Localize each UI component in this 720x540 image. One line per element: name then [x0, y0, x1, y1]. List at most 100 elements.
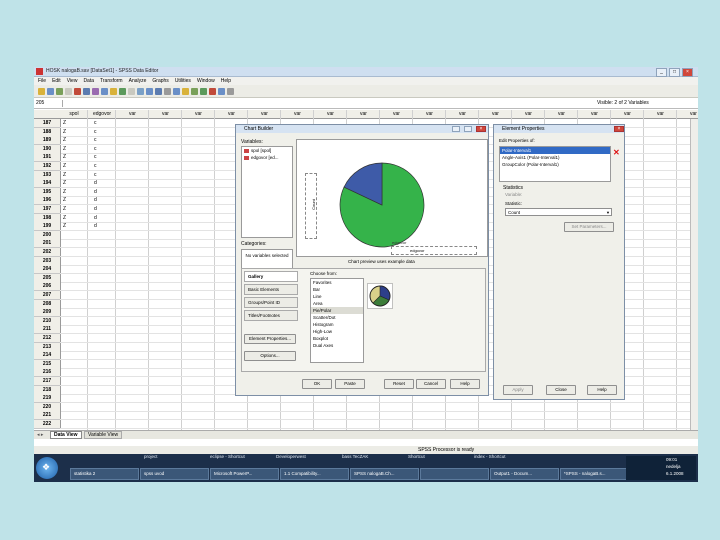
- cell-spol[interactable]: Z: [63, 171, 66, 179]
- cell-spol[interactable]: Z: [63, 188, 66, 196]
- chart-type-dual-axes[interactable]: Dual Axes: [311, 342, 363, 349]
- element-properties-button[interactable]: Element Properties...: [244, 334, 296, 344]
- taskbar-button[interactable]: spss uvod: [140, 468, 209, 480]
- chart-builder-close-button[interactable]: ×: [476, 126, 486, 132]
- statistic-select[interactable]: Count ▼: [505, 208, 612, 216]
- cell-edgovor[interactable]: c: [94, 171, 97, 179]
- cell-edgovor[interactable]: d: [94, 222, 97, 230]
- chart-type-bar[interactable]: Bar: [311, 286, 363, 293]
- column-header-var[interactable]: var: [116, 110, 150, 119]
- column-header-var[interactable]: var: [644, 110, 678, 119]
- taskbar-button[interactable]: *SPSS - nalogaB.s...: [560, 468, 629, 480]
- menu-edit[interactable]: Edit: [52, 78, 61, 84]
- paste-button[interactable]: Paste: [335, 379, 365, 389]
- column-header-spol[interactable]: spol: [60, 110, 89, 119]
- menu-graphs[interactable]: Graphs: [152, 78, 168, 84]
- chart-builder-minimize-button[interactable]: [452, 126, 460, 132]
- chart-type-line[interactable]: Line: [311, 293, 363, 300]
- column-header-var[interactable]: var: [314, 110, 348, 119]
- cell-spol[interactable]: Z: [63, 196, 66, 204]
- tab-variable-view[interactable]: Variable View: [84, 431, 123, 439]
- taskbar-button[interactable]: statistika 2: [70, 468, 139, 480]
- gallery-tab-basic-elements[interactable]: Basic Elements: [244, 284, 298, 295]
- chart-type-histogram[interactable]: Histogram: [311, 321, 363, 328]
- toolbar-tool-icon[interactable]: [128, 88, 135, 95]
- toolbar-tool-icon[interactable]: [182, 88, 189, 95]
- help-button[interactable]: Help: [450, 379, 480, 389]
- toolbar-tool-icon[interactable]: [47, 88, 54, 95]
- gallery-tab-groups-point-id[interactable]: Groups/Point ID: [244, 297, 298, 308]
- cell-edgovor[interactable]: c: [94, 128, 97, 136]
- taskbar-button[interactable]: SPSS nalogaB.Ch...: [350, 468, 419, 480]
- element-help-button[interactable]: Help: [587, 385, 617, 395]
- delete-element-icon[interactable]: ✕: [613, 148, 620, 157]
- quick-launch-item[interactable]: eclipse - Shortcut: [210, 454, 245, 459]
- menu-file[interactable]: File: [38, 78, 46, 84]
- column-header-var[interactable]: var: [281, 110, 315, 119]
- cell-edgovor[interactable]: c: [94, 136, 97, 144]
- close-dialog-button[interactable]: Close: [546, 385, 576, 395]
- toolbar-tool-icon[interactable]: [173, 88, 180, 95]
- variables-list[interactable]: spol [spol] edgovor [ed...: [241, 146, 293, 238]
- element-list[interactable]: Polar-Interval1 Angle-Axis1 (Polar-Interv…: [499, 146, 611, 182]
- taskbar-button[interactable]: [420, 468, 489, 480]
- cell-edgovor[interactable]: c: [94, 119, 97, 127]
- column-header-var[interactable]: var: [611, 110, 645, 119]
- chart-type-boxplot[interactable]: Boxplot: [311, 335, 363, 342]
- taskbar-button[interactable]: Output1 - Docum...: [490, 468, 559, 480]
- column-header-var[interactable]: var: [380, 110, 414, 119]
- column-header-var[interactable]: var: [149, 110, 183, 119]
- toolbar-tool-icon[interactable]: [38, 88, 45, 95]
- cell-edgovor[interactable]: c: [94, 153, 97, 161]
- menu-view[interactable]: View: [67, 78, 78, 84]
- toolbar-tool-icon[interactable]: [227, 88, 234, 95]
- set-parameters-button[interactable]: Set Parameters...: [564, 222, 614, 232]
- cell-edgovor[interactable]: c: [94, 162, 97, 170]
- cell-spol[interactable]: Z: [63, 205, 66, 213]
- column-header-var[interactable]: var: [677, 110, 698, 119]
- cell-edgovor[interactable]: c: [94, 145, 97, 153]
- chart-builder-maximize-button[interactable]: [464, 126, 472, 132]
- column-header-var[interactable]: var: [545, 110, 579, 119]
- quick-launch-item[interactable]: Shortcut: [408, 454, 425, 459]
- tab-data-view[interactable]: Data View: [50, 431, 82, 439]
- toolbar-tool-icon[interactable]: [191, 88, 198, 95]
- column-header-var[interactable]: var: [347, 110, 381, 119]
- quick-launch-item[interactable]: index - Shortcut: [474, 454, 506, 459]
- tab-scroll-arrows-icon[interactable]: ◂ ▸: [37, 432, 43, 438]
- variable-item[interactable]: edgovor [ed...: [242, 154, 292, 161]
- chart-type-scatter-dot[interactable]: Scatter/Dot: [311, 314, 363, 321]
- cell-edgovor[interactable]: d: [94, 196, 97, 204]
- taskbar-button[interactable]: 1.1 Compatibility...: [280, 468, 349, 480]
- menu-analyze[interactable]: Analyze: [129, 78, 147, 84]
- reset-button[interactable]: Reset: [384, 379, 414, 389]
- menu-window[interactable]: Window: [197, 78, 215, 84]
- variable-item[interactable]: spol [spol]: [242, 147, 292, 154]
- options-button[interactable]: Options...: [244, 351, 296, 361]
- cell-spol[interactable]: Z: [63, 119, 66, 127]
- chart-type-favorites[interactable]: Favorites: [311, 279, 363, 286]
- column-header-var[interactable]: var: [248, 110, 282, 119]
- ok-button[interactable]: OK: [302, 379, 332, 389]
- chart-canvas[interactable]: Count edgovor edgovor: [296, 139, 488, 257]
- column-header-var[interactable]: var: [446, 110, 480, 119]
- cell-spol[interactable]: Z: [63, 153, 66, 161]
- legend-drop-zone[interactable]: edgovor: [391, 246, 477, 255]
- toolbar-tool-icon[interactable]: [101, 88, 108, 95]
- toolbar-tool-icon[interactable]: [218, 88, 225, 95]
- taskbar-button[interactable]: Microsoft PowerP...: [210, 468, 279, 480]
- apply-button[interactable]: Apply: [503, 385, 533, 395]
- toolbar-tool-icon[interactable]: [200, 88, 207, 95]
- menu-help[interactable]: Help: [221, 78, 231, 84]
- menu-data[interactable]: Data: [83, 78, 94, 84]
- toolbar-tool-icon[interactable]: [83, 88, 90, 95]
- column-header-var[interactable]: var: [512, 110, 546, 119]
- toolbar-tool-icon[interactable]: [74, 88, 81, 95]
- vertical-scrollbar[interactable]: [690, 119, 698, 430]
- gallery-tab-gallery[interactable]: Gallery: [244, 271, 298, 282]
- quick-launch-item[interactable]: project: [144, 454, 158, 459]
- element-item[interactable]: Polar-Interval1: [500, 147, 610, 154]
- cell-edgovor[interactable]: d: [94, 214, 97, 222]
- toolbar-tool-icon[interactable]: [65, 88, 72, 95]
- column-header-var[interactable]: var: [578, 110, 612, 119]
